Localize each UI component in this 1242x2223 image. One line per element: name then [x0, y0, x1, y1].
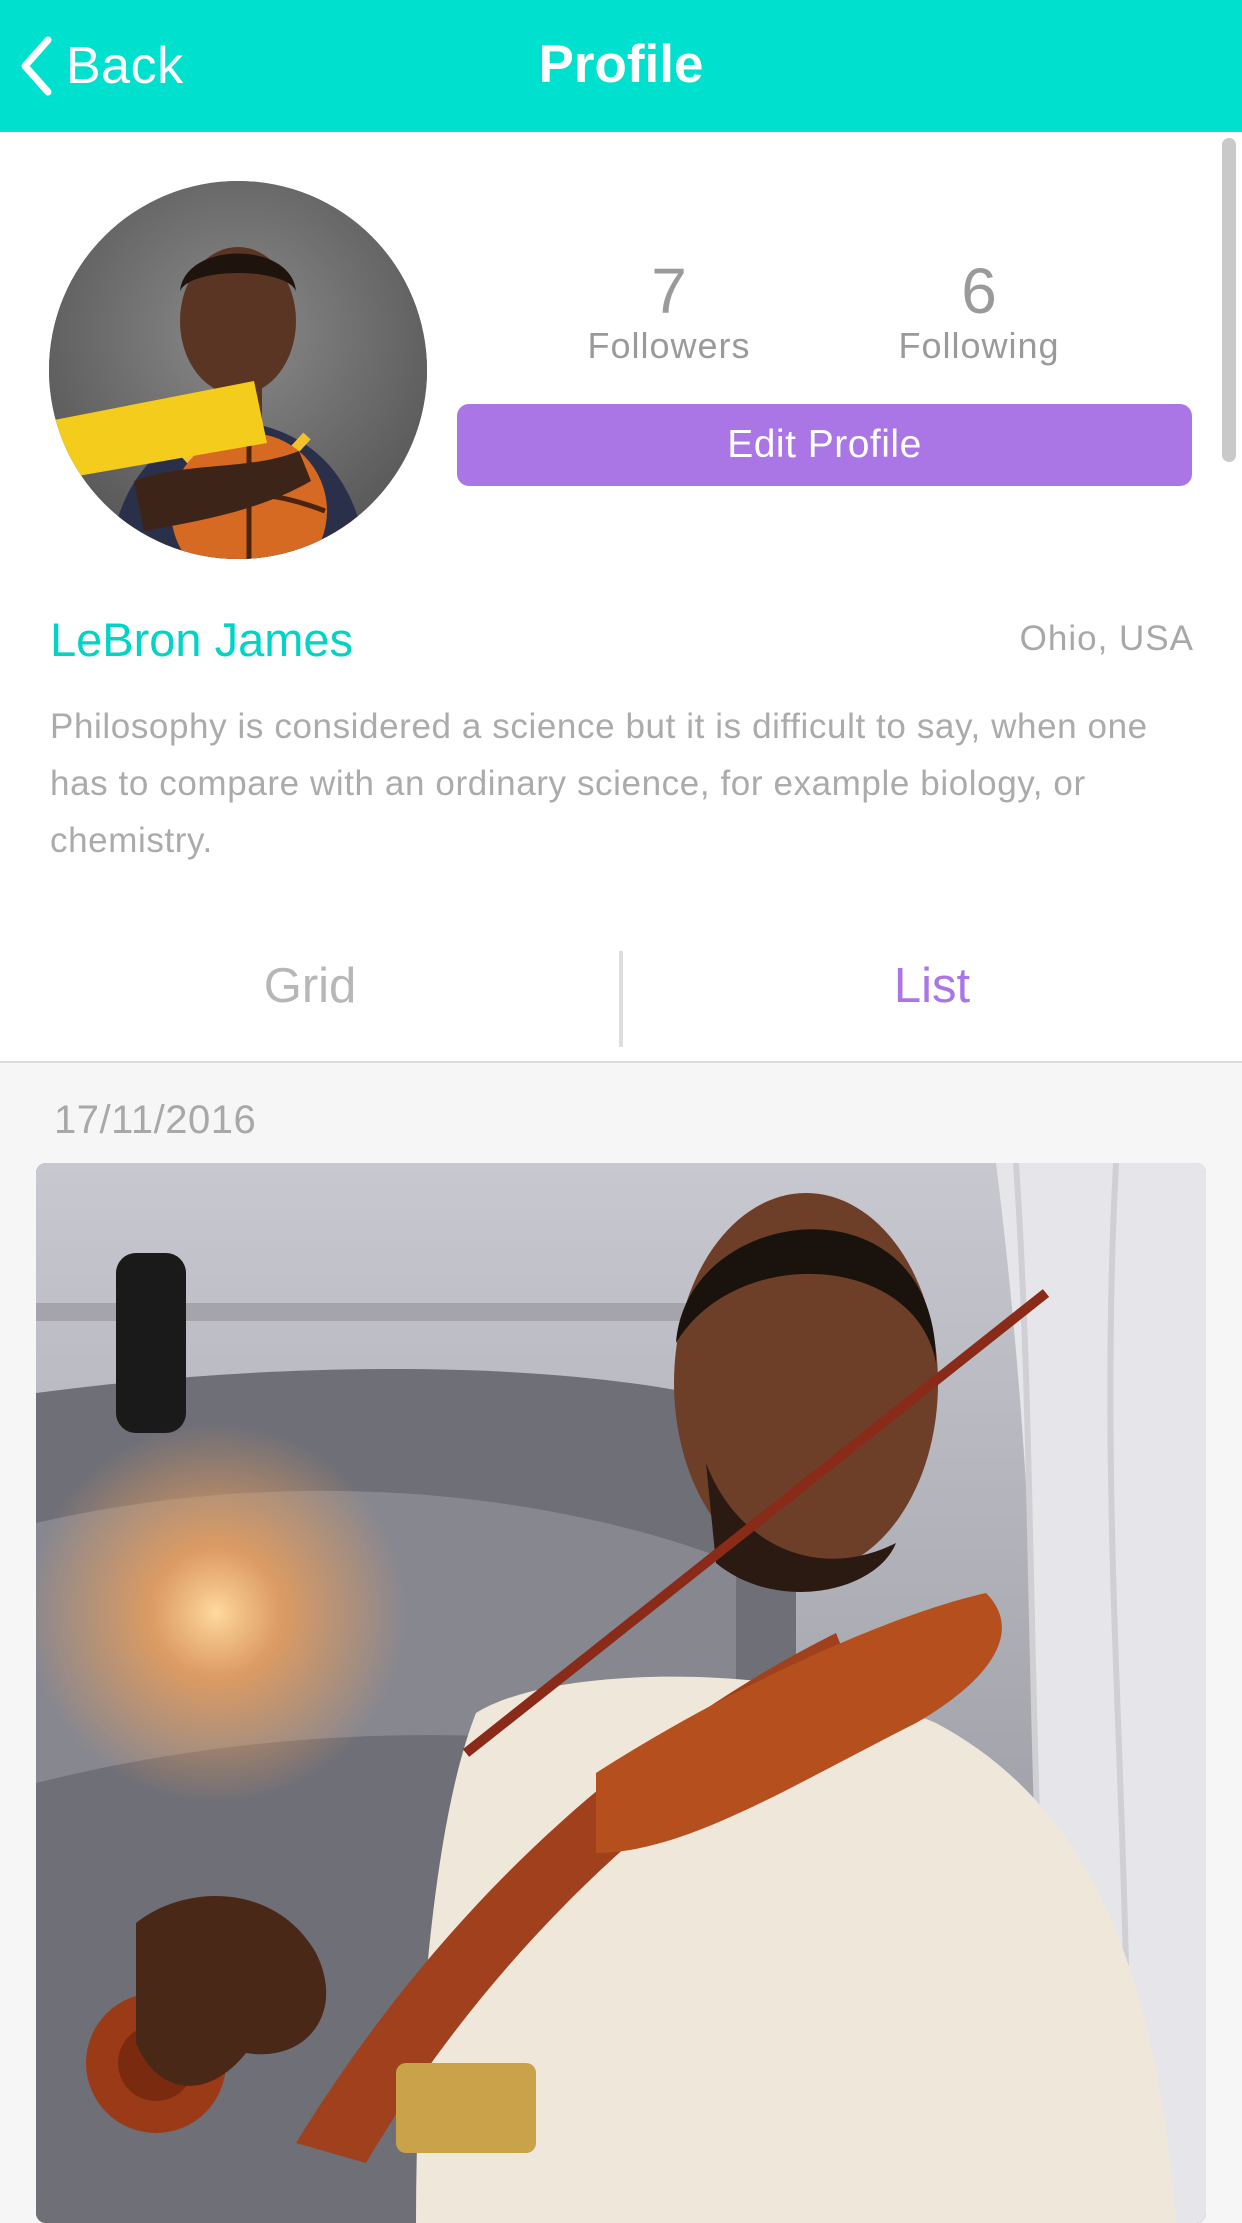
profile-location: Ohio, USA [1019, 619, 1194, 658]
page-title: Profile [538, 35, 704, 94]
post-photo[interactable] [36, 1163, 1206, 2223]
following-count: 6 [961, 255, 997, 327]
following-stat[interactable]: 6 Following [869, 256, 1089, 366]
tab-grid[interactable]: Grid [0, 911, 620, 1061]
profile-header: 7 Followers 6 Following Edit Profile LeB… [0, 132, 1242, 1063]
tab-list[interactable]: List [622, 911, 1242, 1061]
scrollbar[interactable] [1222, 138, 1236, 462]
profile-name: LeBron James [50, 613, 354, 666]
edit-profile-button[interactable]: Edit Profile [457, 404, 1192, 486]
followers-stat[interactable]: 7 Followers [559, 256, 779, 366]
avatar[interactable] [49, 181, 427, 559]
view-tabs: Grid List [0, 911, 1242, 1063]
navigation-bar: Back Profile [0, 0, 1242, 132]
following-label: Following [898, 325, 1060, 366]
followers-label: Followers [587, 325, 751, 366]
post-date: 17/11/2016 [54, 1098, 257, 1142]
profile-bio: Philosophy is considered a science but i… [50, 707, 1148, 860]
followers-count: 7 [651, 255, 687, 327]
